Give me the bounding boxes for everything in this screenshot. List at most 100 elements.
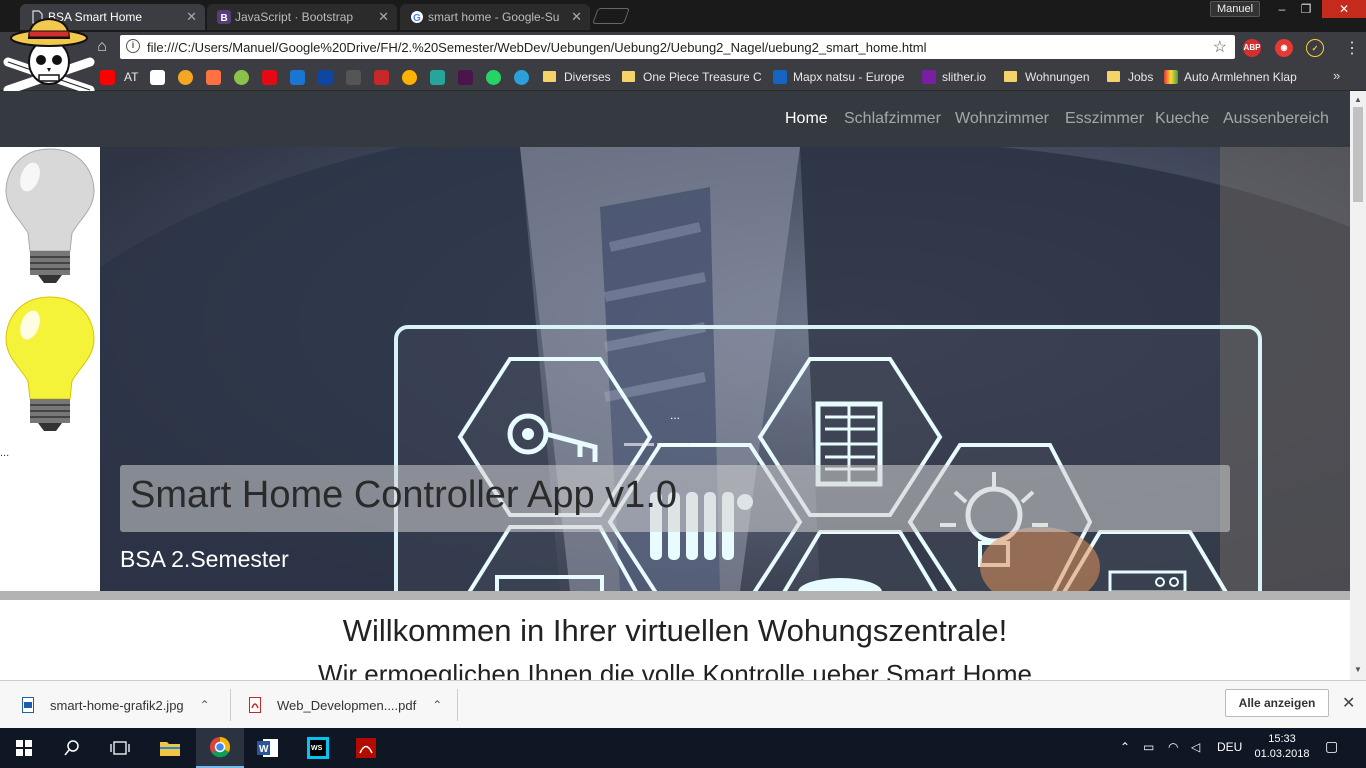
abp-icon[interactable]: ABP	[1243, 39, 1261, 57]
webstorm-icon[interactable]: WS	[294, 728, 342, 768]
download-item[interactable]: Web_Developmen....pdf ⌃	[249, 681, 442, 729]
bookmark-at[interactable]: AT	[124, 68, 138, 86]
bookmark-auto[interactable]: Auto Armlehnen Klap	[1164, 68, 1297, 86]
input-language[interactable]: DEU	[1217, 740, 1242, 754]
page-scrollbar[interactable]: ▲ ▼	[1350, 91, 1366, 680]
close-tab-icon[interactable]: ✕	[378, 9, 389, 25]
download-item[interactable]: smart-home-grafik2.jpg ⌃	[22, 681, 210, 729]
bookmark-label: Wohnungen	[1025, 70, 1090, 84]
bookmark-icon-6[interactable]	[346, 70, 361, 85]
bookmark-folder-wohnungen[interactable]: Wohnungen	[1004, 68, 1090, 86]
notifications-icon[interactable]: ▢	[1325, 738, 1338, 755]
bookmark-icon-8[interactable]	[402, 70, 417, 85]
task-view-icon[interactable]	[96, 728, 144, 768]
bookmark-label: One Piece Treasure C	[643, 70, 762, 84]
bookmark-icon-10[interactable]	[458, 70, 473, 85]
bookmark-icon-2[interactable]	[206, 70, 221, 85]
image-file-icon	[22, 697, 34, 713]
bookmark-label: Auto Armlehnen Klap	[1184, 70, 1297, 84]
svg-text:W: W	[259, 744, 269, 755]
nav-esszimmer[interactable]: Esszimmer	[1065, 110, 1144, 128]
browser-menu-icon[interactable]: ⋮	[1344, 38, 1360, 58]
tab-javascript-bootstrap[interactable]: B JavaScript · Bootstrap ✕	[207, 4, 397, 30]
telegram-icon[interactable]	[514, 70, 529, 85]
netflix-icon[interactable]	[262, 70, 277, 85]
nav-wohnzimmer[interactable]: Wohnzimmer	[955, 110, 1049, 128]
bookmark-folder-one-piece[interactable]: One Piece Treasure C	[622, 68, 762, 86]
bulb-on-icon[interactable]	[5, 296, 95, 431]
volume-icon[interactable]: ◁	[1191, 740, 1200, 754]
more-bookmarks-icon[interactable]: »	[1333, 68, 1340, 83]
nav-aussenbereich[interactable]: Aussenbereich	[1223, 110, 1329, 128]
windows-start-icon[interactable]	[0, 728, 48, 768]
address-bar[interactable]: i file:///C:/Users/Manuel/Google%20Drive…	[120, 35, 1235, 59]
download-filename: Web_Developmen....pdf	[277, 697, 417, 713]
clock-time: 15:33	[1268, 733, 1296, 745]
close-tab-icon[interactable]: ✕	[186, 9, 197, 25]
site-navbar: Home Schlafzimmer Wohnzimmer Esszimmer K…	[0, 91, 1350, 147]
carousel-subtitle: BSA 2.Semester	[120, 546, 289, 572]
chevron-up-icon[interactable]: ⌃	[432, 698, 442, 712]
scroll-up-icon[interactable]: ▲	[1354, 95, 1362, 104]
bookmark-folder-diverses[interactable]: Diverses	[543, 68, 611, 86]
word-icon[interactable]: W	[244, 728, 292, 768]
restore-icon[interactable]: ❐	[1294, 0, 1318, 18]
scroll-down-icon[interactable]: ▼	[1354, 665, 1362, 674]
bookmark-folder-jobs[interactable]: Jobs	[1107, 68, 1153, 86]
carousel-indicator[interactable]	[624, 443, 654, 446]
carousel-title: Smart Home Controller App v1.0	[130, 474, 678, 516]
adblock-icon[interactable]: ◉	[1275, 39, 1293, 57]
tab-title: smart home - Google-Su	[428, 10, 560, 24]
bookmark-star-icon[interactable]: ☆	[1213, 37, 1227, 57]
download-filename: smart-home-grafik2.jpg	[50, 697, 184, 713]
whatsapp-icon[interactable]	[486, 70, 501, 85]
svg-text:G: G	[413, 13, 421, 24]
hero-carousel[interactable]: ... Smart Home Controller App v1.0 BSA 2…	[100, 147, 1350, 591]
clock-date: 01.03.2018	[1254, 748, 1310, 760]
bookmark-slither[interactable]: slither.io	[922, 68, 986, 86]
battery-icon[interactable]: ▭	[1143, 740, 1154, 754]
windows-taskbar: W WS ⌃ ▭ ◠ ◁ DEU 15:33 01.03.2018 ▢	[0, 728, 1366, 768]
file-explorer-icon[interactable]	[146, 728, 194, 768]
scrollbar-thumb[interactable]	[1353, 107, 1363, 202]
folder-icon	[622, 71, 635, 82]
chrome-taskbar-icon[interactable]	[196, 728, 244, 768]
nav-kueche[interactable]: Kueche	[1155, 110, 1209, 128]
acrobat-icon[interactable]	[342, 728, 390, 768]
web-page: Home Schlafzimmer Wohnzimmer Esszimmer K…	[0, 91, 1350, 680]
minimize-icon[interactable]: –	[1270, 0, 1294, 18]
light-bulbs-panel	[0, 147, 100, 441]
show-all-downloads-button[interactable]: Alle anzeigen	[1225, 689, 1329, 717]
info-icon[interactable]: i	[126, 39, 140, 53]
wifi-icon[interactable]: ◠	[1168, 740, 1178, 754]
bookmark-icon-3[interactable]	[234, 70, 249, 85]
bookmark-icon-7[interactable]	[374, 70, 389, 85]
close-window-icon[interactable]: ✕	[1322, 0, 1366, 18]
nav-schlafzimmer[interactable]: Schlafzimmer	[844, 110, 941, 128]
close-downloads-icon[interactable]: ✕	[1342, 693, 1355, 713]
close-tab-icon[interactable]: ✕	[571, 9, 582, 25]
profile-button[interactable]: Manuel	[1210, 1, 1260, 17]
youtube-icon[interactable]	[100, 70, 115, 85]
carousel-indicator[interactable]	[690, 443, 720, 446]
bookmark-icon-9[interactable]	[430, 70, 445, 85]
carousel-indicator[interactable]	[657, 443, 687, 446]
search-icon[interactable]	[48, 728, 96, 768]
new-tab-button[interactable]	[592, 8, 630, 24]
bookmark-icon-1[interactable]	[178, 70, 193, 85]
bulb-off-icon[interactable]	[5, 148, 95, 283]
bookmark-icon-5[interactable]	[318, 70, 333, 85]
nav-home[interactable]: Home	[785, 110, 828, 128]
mapx-icon	[773, 70, 787, 84]
chevron-up-icon[interactable]: ⌃	[200, 698, 210, 712]
tab-google-search[interactable]: G smart home - Google-Su ✕	[400, 4, 590, 30]
url-text[interactable]: file:///C:/Users/Manuel/Google%20Drive/F…	[147, 40, 926, 55]
system-clock[interactable]: 15:33 01.03.2018	[1252, 732, 1312, 762]
bookmark-icon-4[interactable]	[290, 70, 305, 85]
bookmark-mapx[interactable]: Mapx natsu - Europe	[773, 68, 904, 86]
amazon-icon[interactable]	[150, 70, 165, 85]
ext-check-icon[interactable]: ✓	[1306, 39, 1324, 57]
browser-toolbar: ⌂ i file:///C:/Users/Manuel/Google%20Dri…	[0, 32, 1366, 62]
show-hidden-icons-icon[interactable]: ⌃	[1120, 740, 1130, 754]
ellipsis-text: ...	[0, 447, 10, 459]
